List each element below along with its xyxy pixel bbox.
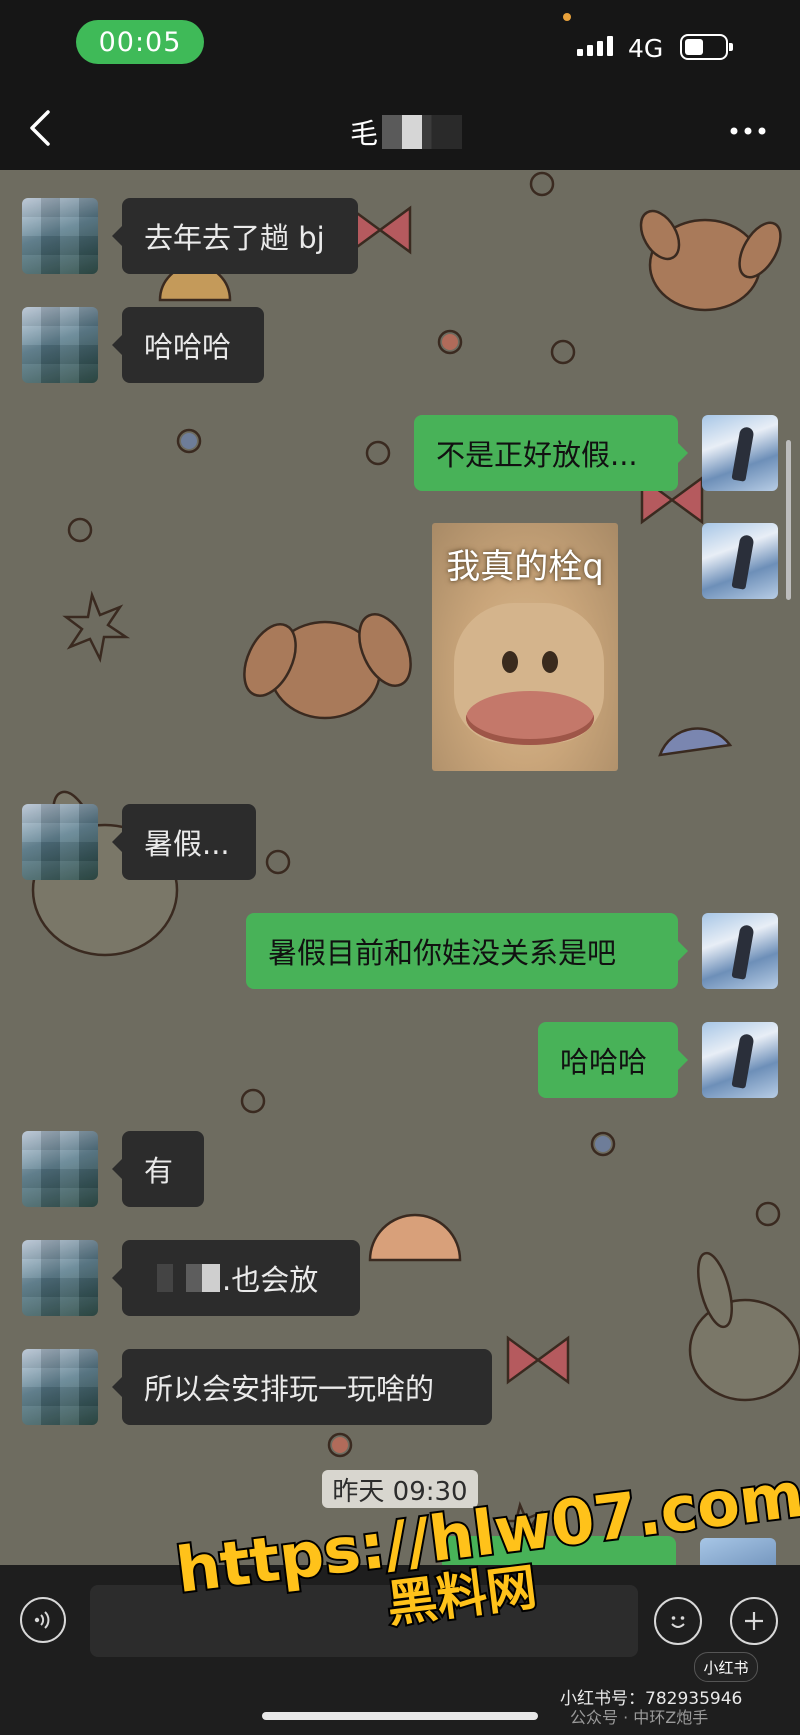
smiley-icon[interactable] — [654, 1597, 702, 1645]
ellipsis-icon[interactable] — [728, 110, 768, 145]
contact-avatar[interactable] — [22, 804, 98, 880]
self-avatar[interactable] — [702, 523, 778, 599]
message-bubble-incoming[interactable]: .也会放 — [112, 1240, 360, 1316]
message-text: .也会放 — [222, 1263, 319, 1297]
status-time: 00:05 — [76, 20, 204, 64]
self-avatar[interactable] — [702, 415, 778, 491]
sticker-eye — [502, 651, 518, 673]
contact-avatar[interactable] — [22, 307, 98, 383]
message-bubble-incoming[interactable]: 有 — [112, 1131, 204, 1207]
chat-title: 毛 — [350, 112, 463, 152]
message-bubble-outgoing[interactable]: 不是正好放假... — [414, 415, 688, 491]
signal-bars-icon — [577, 34, 617, 56]
voice-icon[interactable] — [20, 1597, 66, 1643]
message-bubble-incoming[interactable]: 暑假... — [112, 804, 256, 880]
contact-avatar[interactable] — [22, 1131, 98, 1207]
plus-circle-icon[interactable] — [730, 1597, 778, 1645]
network-type: 4G — [628, 34, 664, 63]
xiaohongshu-badge: 小红书 — [694, 1652, 758, 1682]
contact-avatar[interactable] — [22, 1349, 98, 1425]
self-avatar[interactable] — [702, 913, 778, 989]
sticker-eye — [542, 651, 558, 673]
message-bubble-outgoing[interactable]: 暑假目前和你娃没关系是吧 — [246, 913, 688, 989]
redacted-text — [130, 1264, 220, 1292]
chevron-left-icon[interactable] — [26, 108, 66, 152]
message-bubble-incoming[interactable]: 去年去了趟 bj — [112, 198, 358, 274]
redacted-name — [382, 115, 463, 149]
wechat-official-account: 公众号 · 中环Z炮手 — [570, 1708, 709, 1727]
home-indicator[interactable] — [262, 1712, 538, 1720]
message-bubble-outgoing[interactable]: 哈哈哈 — [538, 1022, 688, 1098]
contact-avatar[interactable] — [22, 1240, 98, 1316]
contact-avatar[interactable] — [22, 198, 98, 274]
privacy-indicator-dot — [563, 13, 571, 21]
sticker-caption: 我真的栓q — [446, 547, 604, 587]
self-avatar[interactable] — [702, 1022, 778, 1098]
chat-title-text: 毛 — [350, 117, 379, 150]
message-bubble-incoming[interactable]: 所以会安排玩一玩啥的 — [112, 1349, 492, 1425]
sticker-message[interactable]: 我真的栓q — [432, 523, 618, 771]
message-bubble-incoming[interactable]: 哈哈哈 — [112, 307, 264, 383]
battery-icon — [680, 34, 733, 60]
sticker-mouth — [466, 691, 594, 745]
scroll-indicator[interactable] — [786, 440, 791, 600]
